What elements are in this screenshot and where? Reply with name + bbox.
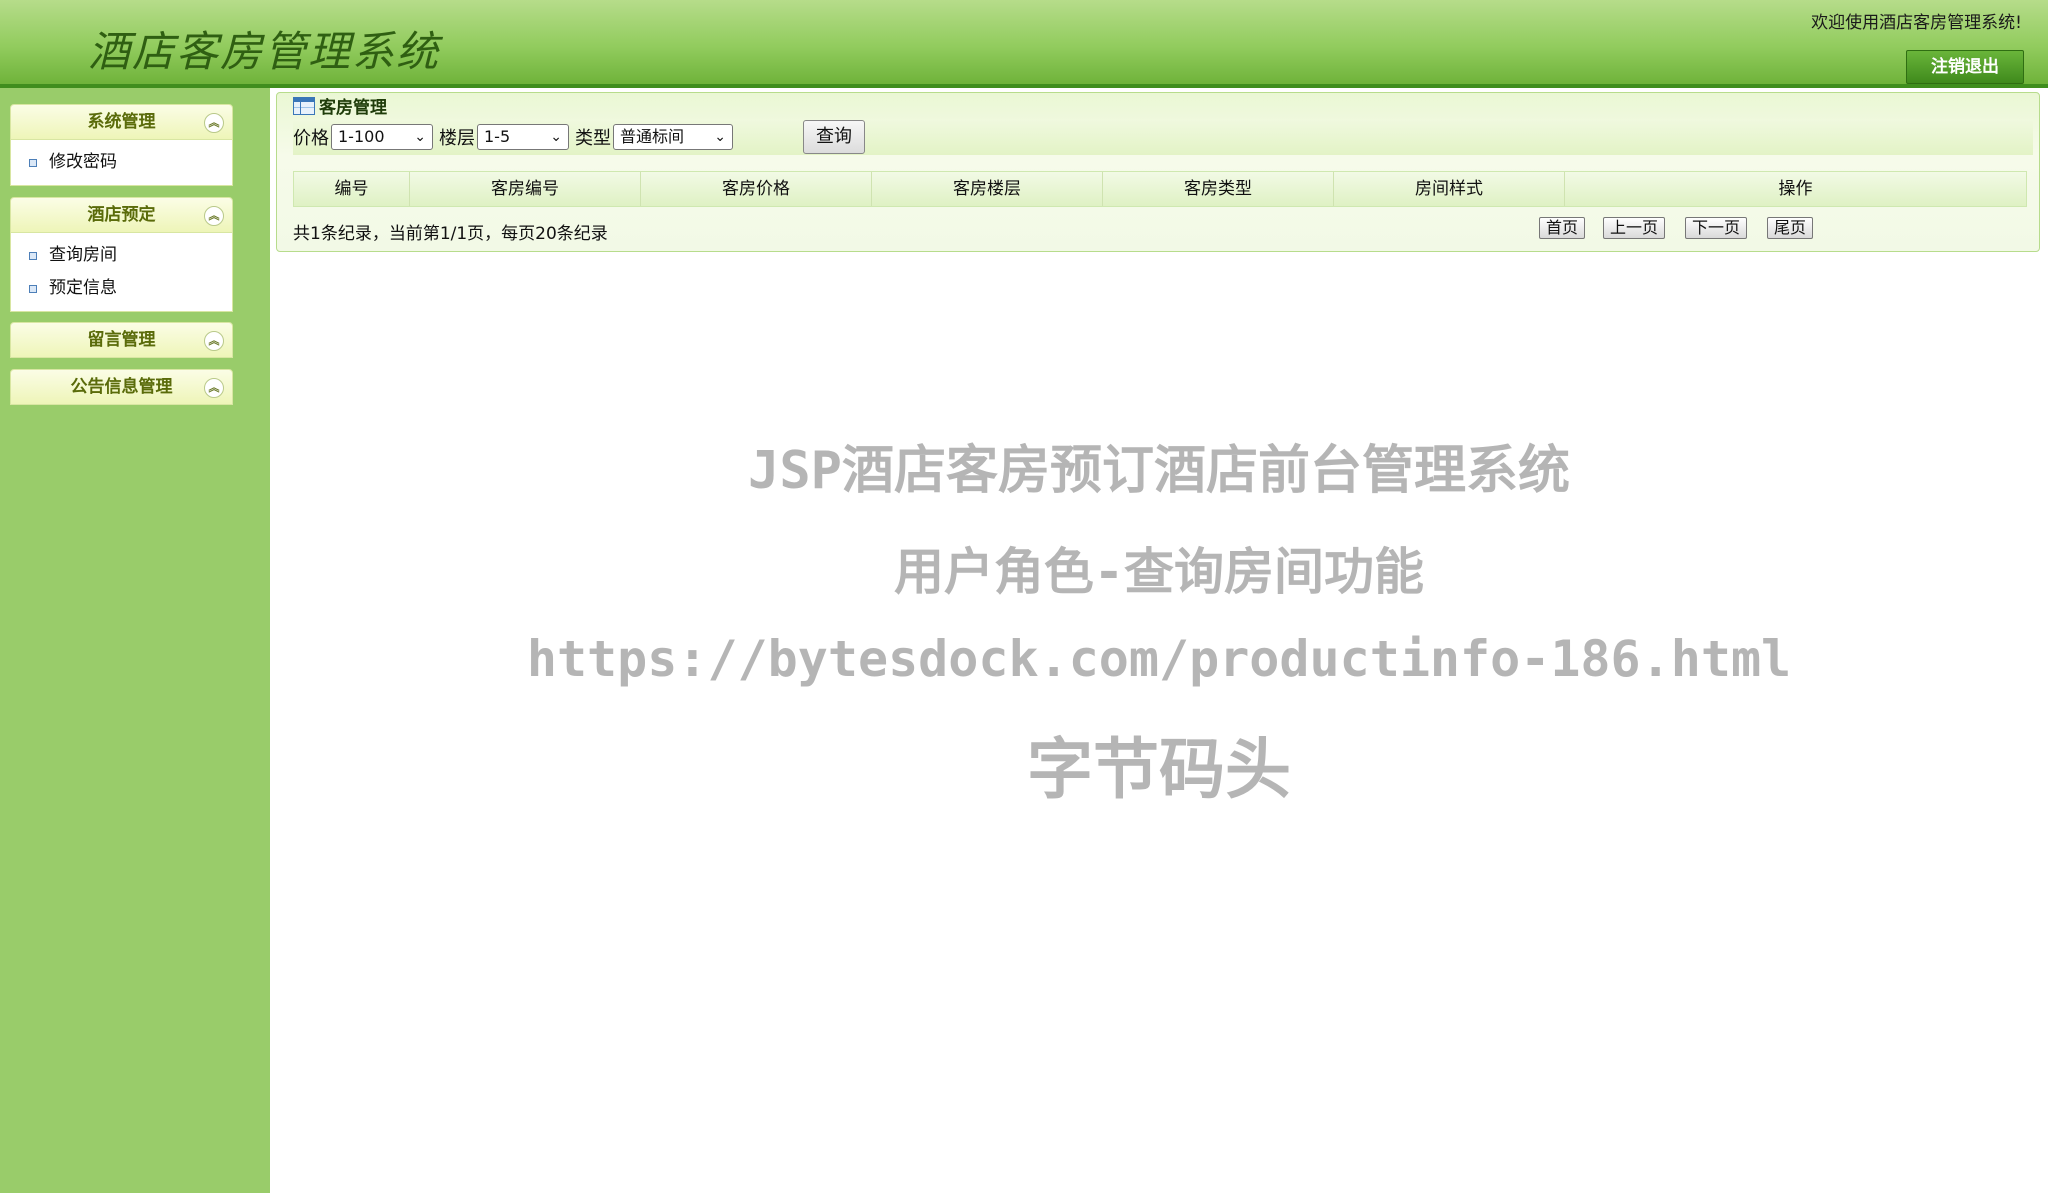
sidebar-item-booking-info[interactable]: 预定信息 bbox=[11, 272, 232, 305]
watermark-line-3: https://bytesdock.com/productinfo-186.ht… bbox=[526, 630, 1792, 688]
panel-title: 客房管理 bbox=[293, 95, 387, 121]
floor-select-value: 1-5 bbox=[484, 127, 511, 146]
column-header-price[interactable]: 客房价格 bbox=[641, 172, 872, 206]
column-header-id[interactable]: 编号 bbox=[294, 172, 410, 206]
sidebar-item-query-room[interactable]: 查询房间 bbox=[11, 239, 232, 272]
bullet-icon bbox=[29, 285, 37, 293]
floor-select[interactable]: 1-5 ⌄ bbox=[477, 124, 569, 150]
collapse-up-icon[interactable]: ︽ bbox=[204, 331, 224, 351]
menu-head-notices[interactable]: 公告信息管理 ︽ bbox=[10, 369, 233, 405]
collapse-up-icon[interactable]: ︽ bbox=[204, 113, 224, 133]
column-header-type[interactable]: 客房类型 bbox=[1103, 172, 1334, 206]
bullet-icon bbox=[29, 159, 37, 167]
floor-label: 楼层 bbox=[439, 128, 475, 149]
app-header: 酒店客房管理系统 欢迎使用酒店客房管理系统! 注销退出 bbox=[0, 0, 2048, 88]
panel-title-label: 客房管理 bbox=[319, 98, 387, 118]
room-management-panel: 客房管理 价格 1-100 ⌄ 楼层 1-5 ⌄ 类型 普通标间 ⌄ 查询 编号… bbox=[276, 92, 2040, 252]
app-title: 酒店客房管理系统 bbox=[88, 27, 441, 76]
chevron-down-icon: ⌄ bbox=[714, 129, 726, 145]
menu-head-booking[interactable]: 酒店预定 ︽ bbox=[10, 197, 233, 233]
price-select[interactable]: 1-100 ⌄ bbox=[331, 124, 433, 150]
welcome-text: 欢迎使用酒店客房管理系统! bbox=[1811, 13, 2022, 33]
prev-page-button[interactable]: 上一页 bbox=[1603, 217, 1666, 239]
sidebar-item-label: 预定信息 bbox=[49, 278, 117, 298]
price-select-value: 1-100 bbox=[338, 127, 385, 146]
menu-group-notices: 公告信息管理 ︽ bbox=[10, 369, 233, 405]
menu-head-system[interactable]: 系统管理 ︽ bbox=[10, 104, 233, 140]
menu-body-system: 修改密码 bbox=[10, 140, 233, 186]
table-grid-icon bbox=[293, 97, 315, 115]
column-header-style[interactable]: 房间样式 bbox=[1334, 172, 1565, 206]
sidebar-item-label: 查询房间 bbox=[49, 245, 117, 265]
type-select[interactable]: 普通标间 ⌄ bbox=[613, 124, 733, 150]
menu-body-booking: 查询房间 预定信息 bbox=[10, 233, 233, 312]
last-page-button[interactable]: 尾页 bbox=[1767, 217, 1814, 239]
menu-head-label: 系统管理 bbox=[87, 112, 156, 132]
menu-group-system: 系统管理 ︽ 修改密码 bbox=[10, 104, 233, 186]
type-select-value: 普通标间 bbox=[620, 127, 685, 146]
menu-group-messages: 留言管理 ︽ bbox=[10, 322, 233, 358]
chevron-down-icon: ⌄ bbox=[414, 129, 426, 145]
menu-head-messages[interactable]: 留言管理 ︽ bbox=[10, 322, 233, 358]
collapse-up-icon[interactable]: ︽ bbox=[204, 378, 224, 398]
column-header-room-no[interactable]: 客房编号 bbox=[410, 172, 641, 206]
column-header-floor[interactable]: 客房楼层 bbox=[872, 172, 1103, 206]
menu-group-booking: 酒店预定 ︽ 查询房间 预定信息 bbox=[10, 197, 233, 312]
sidebar-item-label: 修改密码 bbox=[49, 152, 117, 172]
sidebar-item-change-password[interactable]: 修改密码 bbox=[11, 146, 232, 179]
bullet-icon bbox=[29, 252, 37, 260]
logout-button[interactable]: 注销退出 bbox=[1906, 50, 2024, 84]
query-button[interactable]: 查询 bbox=[803, 120, 865, 154]
sidebar: 系统管理 ︽ 修改密码 酒店预定 ︽ 查询房间 预定信息 留言管理 ︽ 公告信息… bbox=[0, 88, 270, 1193]
menu-head-label: 公告信息管理 bbox=[70, 377, 173, 397]
menu-head-label: 留言管理 bbox=[87, 330, 156, 350]
type-label: 类型 bbox=[575, 128, 611, 149]
chevron-down-icon: ⌄ bbox=[550, 129, 562, 145]
watermark-line-1: JSP酒店客房预订酒店前台管理系统 bbox=[748, 441, 1570, 501]
watermark-line-2: 用户角色-查询房间功能 bbox=[893, 543, 1425, 601]
pager-info: 共1条纪录，当前第1/1页，每页20条纪录 bbox=[293, 224, 608, 244]
column-header-actions[interactable]: 操作 bbox=[1565, 172, 2026, 206]
first-page-button[interactable]: 首页 bbox=[1539, 217, 1586, 239]
collapse-up-icon[interactable]: ︽ bbox=[204, 206, 224, 226]
filter-row: 价格 1-100 ⌄ 楼层 1-5 ⌄ 类型 普通标间 ⌄ 查询 bbox=[293, 119, 2033, 155]
price-label: 价格 bbox=[293, 128, 329, 149]
menu-head-label: 酒店预定 bbox=[87, 205, 156, 225]
rooms-table-header: 编号 客房编号 客房价格 客房楼层 客房类型 房间样式 操作 bbox=[293, 171, 2027, 207]
next-page-button[interactable]: 下一页 bbox=[1685, 217, 1748, 239]
watermark-line-4: 字节码头 bbox=[1027, 731, 1291, 808]
